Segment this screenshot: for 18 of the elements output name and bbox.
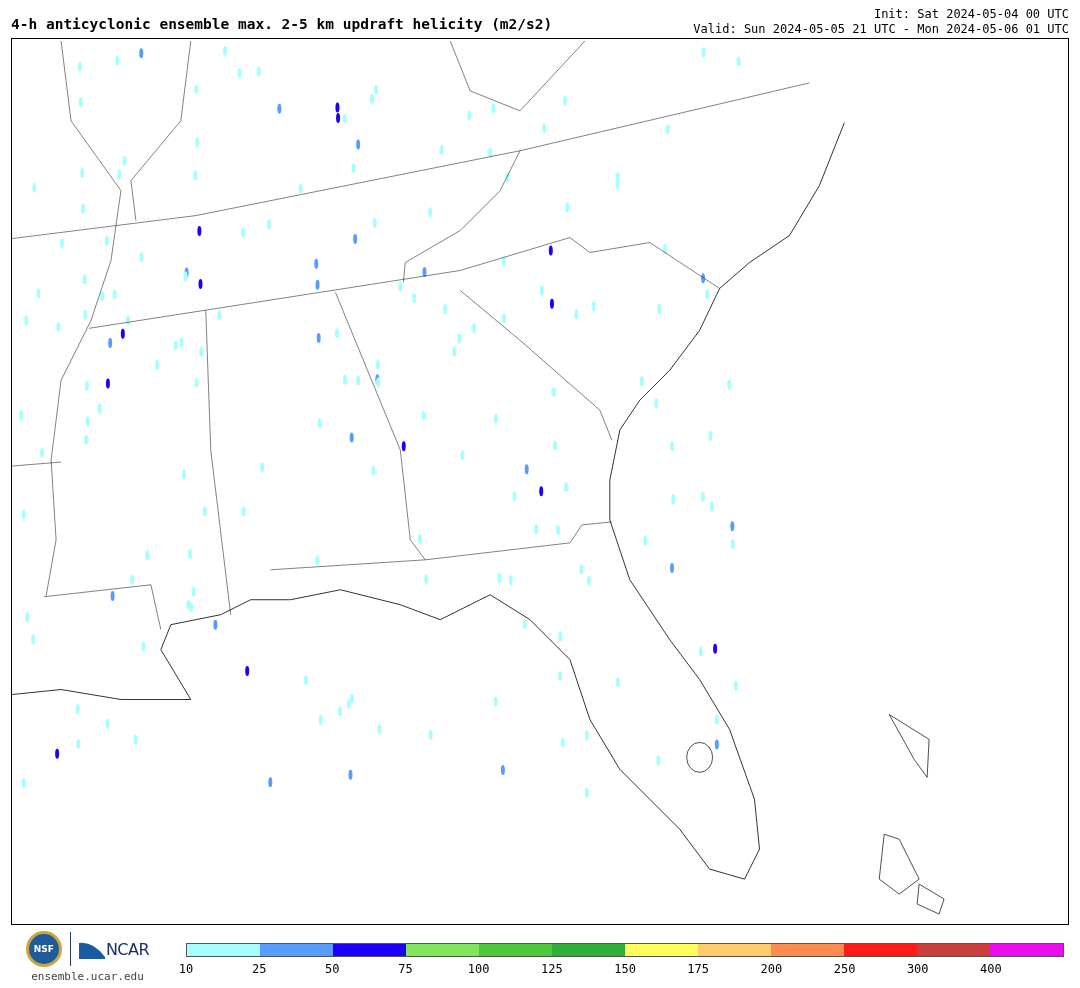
colorbar-tick-label: 300	[906, 962, 929, 976]
colorbar-tick-label: 25	[251, 962, 267, 976]
colorbar-tick-label: 50	[325, 962, 340, 976]
colorbar-tick-label: 125	[541, 962, 563, 976]
colorbar-tick-label: 100	[467, 962, 490, 976]
colorbar-tick-label: 150	[614, 962, 636, 976]
init-time: Init: Sat 2024-05-04 00 UTC	[872, 7, 1069, 22]
ncar-logo: NCAR	[78, 939, 150, 959]
colorbar-tick-label: 200	[760, 962, 783, 976]
chart-title: 4-h anticyclonic ensemble max. 2-5 km updraft helicity (m2/s2)	[11, 16, 553, 34]
colorbar-tick-label: 10	[178, 962, 194, 976]
nsf-logo: NSF	[25, 931, 62, 967]
valid-time: Valid: Sun 2024-05-05 21 UTC - Mon 2024-05-06 01 UTC	[693, 22, 1069, 37]
colorbar-tick-label: 75	[398, 962, 413, 976]
website-url: ensemble.ucar.edu	[31, 970, 144, 983]
colorbar-tick-label: 175	[687, 962, 710, 976]
colorbar-tick-label: 250	[833, 962, 856, 976]
colorbar-tick-label: 400	[980, 962, 1002, 976]
